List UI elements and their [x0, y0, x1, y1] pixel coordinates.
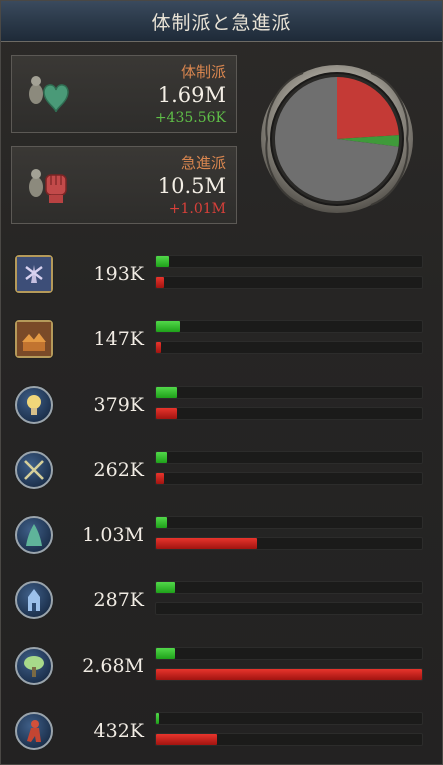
radicals-label: 急進派 [180, 154, 226, 172]
radical-bar-fill [156, 407, 178, 419]
loyalists-card[interactable]: 体制派 1.69M +435.56K [11, 55, 237, 133]
loyalists-label: 体制派 [180, 63, 226, 81]
radical-bar-fill [156, 668, 422, 680]
strata-value: 1.03M [82, 524, 144, 547]
radical-bar [155, 276, 423, 289]
strata-value: 147K [93, 328, 144, 351]
tree-icon [15, 646, 53, 685]
loyalist-bar [155, 320, 423, 334]
strata-row[interactable]: 1.03M [1, 500, 442, 565]
loyalist-bar [155, 516, 423, 530]
strata-value: 379K [93, 393, 144, 416]
radical-bar-fill [156, 277, 164, 288]
loyalist-bar-fill [156, 713, 159, 725]
population-pie-chart[interactable] [259, 63, 415, 215]
windmill-icon [15, 255, 53, 293]
loyalist-bar [155, 385, 423, 399]
village-icon [15, 320, 53, 359]
strata-value: 287K [93, 589, 144, 612]
strata-row[interactable]: 147K [1, 304, 442, 369]
radical-bar [155, 471, 423, 485]
loyalist-bar [155, 712, 423, 726]
radical-bar [155, 537, 423, 551]
raised-fist-icon [22, 161, 70, 209]
worker-icon [15, 712, 53, 751]
radical-bar [155, 667, 423, 681]
radical-bar [155, 602, 423, 616]
radical-bar [155, 341, 423, 355]
loyalists-count: 1.69M [157, 83, 226, 107]
loyalist-bar [155, 450, 423, 464]
strata-row[interactable]: 193K [1, 239, 442, 304]
radical-bar-fill [156, 342, 162, 354]
loyalist-bar-fill [156, 582, 175, 594]
loyalist-bar [155, 646, 423, 660]
radicals-count: 10.5M [157, 174, 226, 198]
loyalist-bar-fill [156, 256, 170, 267]
loyalist-bar-fill [156, 321, 180, 333]
strata-value: 193K [93, 263, 144, 285]
loyalist-bar-fill [156, 517, 167, 529]
strata-row[interactable]: 2.68M [1, 631, 442, 696]
heart-hand-icon [22, 70, 70, 118]
radicals-change: +1.01M [168, 201, 226, 217]
church-icon [15, 581, 53, 620]
strata-list: 193K 147K 379K 262K 1.03M 287K 2.68M 432… [1, 239, 442, 761]
strata-value: 432K [93, 720, 144, 743]
cloaked-figure-icon [15, 516, 53, 555]
panel-header: 体制派と急進派 [1, 1, 442, 42]
loyalist-bar-fill [156, 386, 178, 398]
radical-bar-fill [156, 734, 218, 746]
lightbulb-icon [15, 385, 53, 424]
loyalist-bar [155, 255, 423, 268]
strata-row[interactable]: 379K [1, 370, 442, 435]
loyalists-radicals-panel: 体制派と急進派 体制派 1.69M +435.56K 急進派 10.5M +1.… [0, 0, 443, 765]
loyalist-bar-fill [156, 647, 175, 659]
loyalists-change: +435.56K [154, 110, 226, 126]
strata-value: 262K [93, 458, 144, 481]
strata-row[interactable]: 432K [1, 696, 442, 761]
crossed-swords-icon [15, 450, 53, 489]
strata-row[interactable]: 262K [1, 435, 442, 500]
strata-row[interactable]: 287K [1, 565, 442, 630]
loyalist-bar-fill [156, 451, 167, 463]
radical-bar-fill [156, 472, 164, 484]
panel-title: 体制派と急進派 [151, 11, 292, 34]
loyalist-bar [155, 581, 423, 595]
radical-bar [155, 733, 423, 747]
radical-bar [155, 406, 423, 420]
radical-bar-fill [156, 538, 258, 550]
strata-value: 2.68M [82, 654, 144, 677]
radicals-card[interactable]: 急進派 10.5M +1.01M [11, 146, 237, 224]
